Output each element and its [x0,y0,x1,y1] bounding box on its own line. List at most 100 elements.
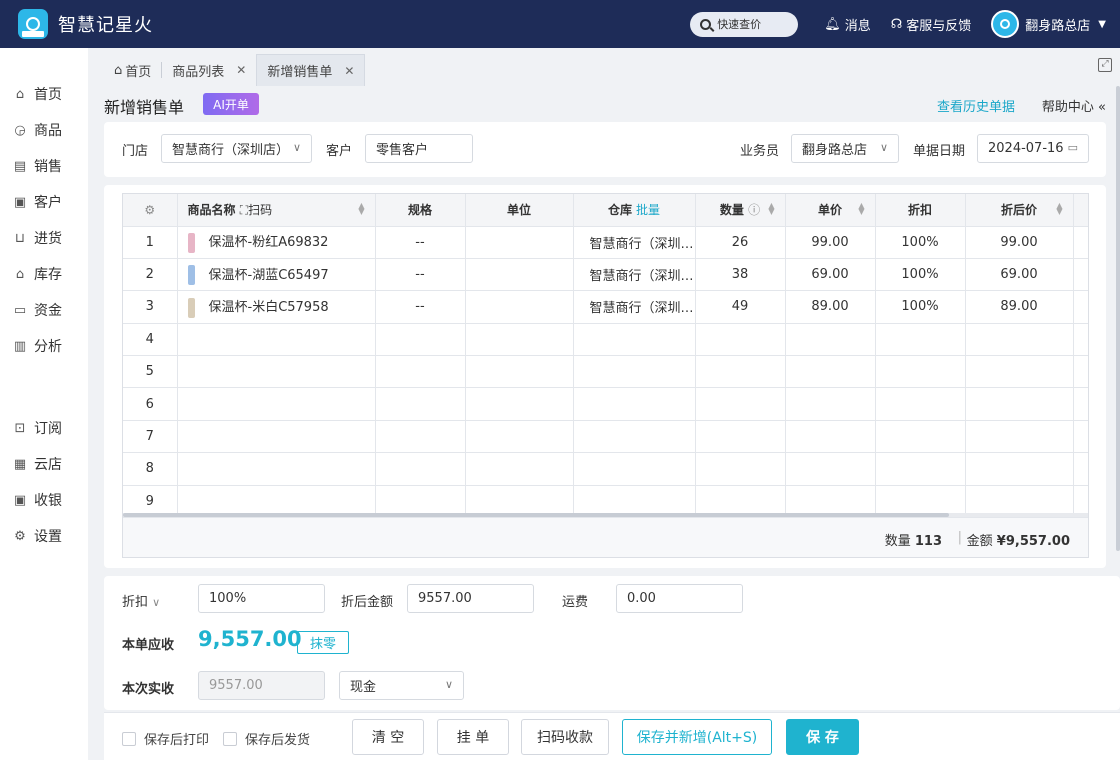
price-cell[interactable]: 89.00 [785,290,876,324]
sidebar-item-analysis[interactable]: ▥ 分析 [12,336,62,356]
checkbox-box[interactable] [122,731,136,746]
discounted-price-cell[interactable] [965,420,1074,454]
unit-cell[interactable] [465,290,574,324]
discounted-amount-input[interactable]: 9557.00 [407,584,534,613]
spec-cell[interactable]: -- [375,258,466,292]
qty-cell[interactable]: 38 [695,258,786,292]
unit-cell[interactable] [465,420,574,454]
spec-cell[interactable] [375,387,466,421]
table-row[interactable]: 7 [123,420,1088,454]
support-link[interactable]: ☊ 客服与反馈 [891,15,972,34]
spec-cell[interactable] [375,355,466,389]
product-name-cell[interactable] [177,452,376,486]
spec-cell[interactable] [375,452,466,486]
product-name-cell[interactable] [177,355,376,389]
discount-cell[interactable]: 100% [875,226,966,259]
table-row[interactable]: 3 保温杯-米白C57958 -- 智慧商行（深圳店） 49 89.00 100… [123,290,1088,324]
column-header-discounted-price[interactable]: 折后价 ▲ ▼ [965,194,1074,227]
warehouse-cell[interactable] [573,355,696,389]
tab-new-sales-order[interactable]: 新增销售单 ✕ [256,54,366,86]
price-cell[interactable] [785,323,876,357]
salesperson-select[interactable]: 翻身路总店 ∨ [791,134,899,163]
unit-cell[interactable] [465,323,574,357]
column-settings-icon[interactable]: ⚙ [123,194,178,227]
price-cell[interactable]: 69.00 [785,258,876,292]
close-icon[interactable]: ✕ [344,64,354,78]
price-cell[interactable] [785,355,876,389]
sort-icon[interactable]: ▲ ▼ [768,202,774,216]
table-row[interactable]: 2 保温杯-湖蓝C65497 -- 智慧商行（深圳店） 38 69.00 100… [123,258,1088,292]
round-off-button[interactable]: 抹零 [297,631,349,654]
print-after-save-checkbox[interactable]: 保存后打印 [122,729,209,748]
scan-pay-button[interactable]: 扫码收款 [521,719,609,755]
quick-price-search[interactable]: 快速查价 [690,11,799,37]
qty-cell[interactable]: 26 [695,226,786,259]
unit-cell[interactable] [465,387,574,421]
spec-cell[interactable] [375,323,466,357]
sort-icon[interactable]: ▲ ▼ [858,202,864,216]
sidebar-item-cashier[interactable]: ▣ 收银 [12,490,62,510]
discounted-price-cell[interactable]: 99.00 [965,226,1074,259]
table-row[interactable]: 4 [123,323,1088,357]
discount-cell[interactable]: 100% [875,258,966,292]
sort-icon[interactable]: ▲ ▼ [1056,202,1062,216]
date-picker[interactable]: 2024-07-16 ▭ [977,134,1089,163]
discount-cell[interactable]: 100% [875,290,966,324]
product-name-cell[interactable]: 保温杯-米白C57958 [177,290,376,324]
price-cell[interactable]: 99.00 [785,226,876,259]
table-row[interactable]: 1 保温杯-粉红A69832 -- 智慧商行（深圳店） 26 99.00 100… [123,226,1088,259]
ai-order-button[interactable]: AI开单 [203,93,259,115]
scan-label[interactable]: 扫码 [248,203,272,217]
batch-link[interactable]: 批量 [636,203,660,217]
discounted-price-cell[interactable] [965,387,1074,421]
qty-cell[interactable] [695,355,786,389]
unit-cell[interactable] [465,355,574,389]
qty-cell[interactable] [695,452,786,486]
customer-field[interactable]: 零售客户 [365,134,473,163]
tab-home[interactable]: ⌂ 首页 [104,54,161,86]
fullscreen-icon[interactable]: ⤢ [1098,58,1112,72]
freight-input[interactable]: 0.00 [616,584,743,613]
paid-amount-input[interactable]: 9557.00 [198,671,325,700]
price-cell[interactable] [785,387,876,421]
column-header-price[interactable]: 单价 ▲ ▼ [785,194,876,227]
sidebar-item-sales[interactable]: ▤ 销售 [12,156,62,176]
qty-cell[interactable] [695,323,786,357]
warehouse-cell[interactable] [573,323,696,357]
sidebar-item-subscribe[interactable]: ⊡ 订阅 [12,418,62,438]
unit-cell[interactable] [465,226,574,259]
discount-cell[interactable] [875,355,966,389]
column-header-name[interactable]: 商品名称 ⛶扫码 ▲ ▼ [177,194,376,227]
product-name-cell[interactable] [177,323,376,357]
ship-after-save-checkbox[interactable]: 保存后发货 [223,729,310,748]
sidebar-item-purchase[interactable]: ⊔ 进货 [12,228,62,248]
hold-button[interactable]: 挂 单 [437,719,509,755]
sidebar-item-goods[interactable]: ◶ 商品 [12,120,62,140]
vertical-scrollbar[interactable] [1116,86,1120,551]
sidebar-item-home[interactable]: ⌂ 首页 [12,84,62,104]
warehouse-cell[interactable] [573,387,696,421]
sidebar-item-inventory[interactable]: ⌂ 库存 [12,264,62,284]
sidebar-item-cloud-store[interactable]: ▦ 云店 [12,454,62,474]
checkbox-box[interactable] [223,731,237,746]
warehouse-cell[interactable]: 智慧商行（深圳店） [573,290,696,324]
warehouse-cell[interactable] [573,452,696,486]
discounted-price-cell[interactable] [965,355,1074,389]
user-menu[interactable]: 翻身路总店 ▼ [991,10,1106,38]
close-icon[interactable]: ✕ [236,63,246,77]
clear-button[interactable]: 清 空 [352,719,424,755]
tab-product-list[interactable]: 商品列表 ✕ [162,54,256,86]
sidebar-item-funds[interactable]: ▭ 资金 [12,300,62,320]
spec-cell[interactable]: -- [375,290,466,324]
payment-method-select[interactable]: 现金 ∨ [339,671,464,700]
sort-icon[interactable]: ▲ ▼ [358,202,364,216]
spec-cell[interactable]: -- [375,226,466,259]
discounted-price-cell[interactable]: 69.00 [965,258,1074,292]
store-select[interactable]: 智慧商行（深圳店） ∨ [161,134,312,163]
discount-cell[interactable] [875,387,966,421]
discounted-price-cell[interactable] [965,452,1074,486]
discount-dropdown[interactable]: 折扣 ∨ [122,591,160,610]
table-row[interactable]: 8 [123,452,1088,486]
discount-cell[interactable] [875,420,966,454]
unit-cell[interactable] [465,258,574,292]
